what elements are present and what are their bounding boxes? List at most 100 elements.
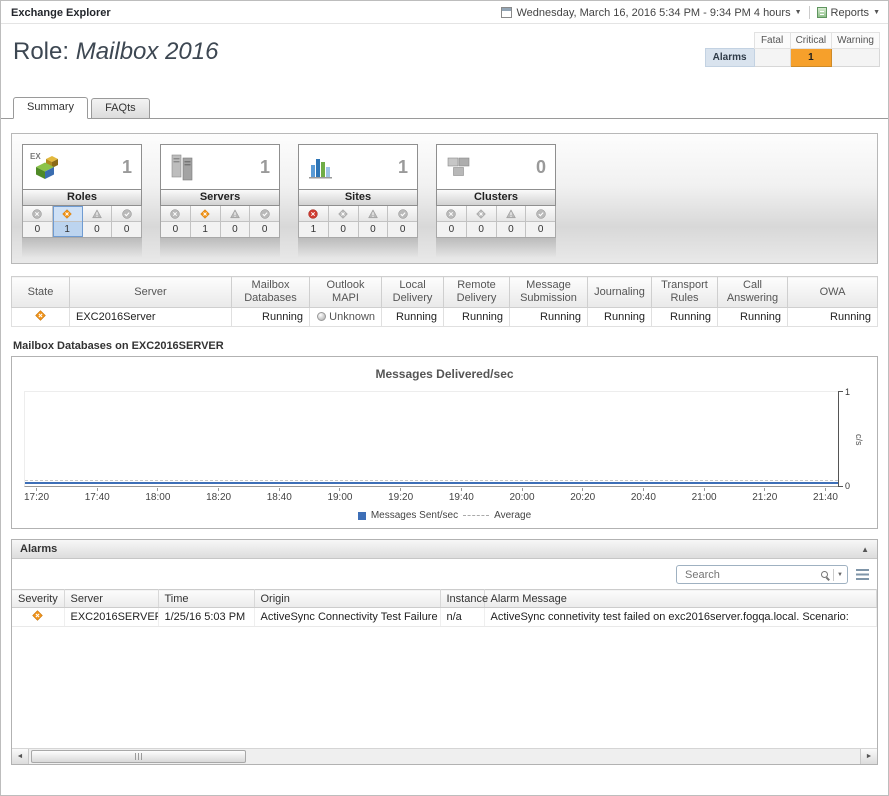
scroll-right-button[interactable]: ► — [860, 749, 877, 764]
alarm-instance-cell: n/a — [440, 608, 484, 627]
critical-state-icon — [35, 312, 46, 324]
plot-area — [24, 391, 838, 487]
inventory-tiles-panel: EX 1 Roles — [11, 133, 878, 264]
time-range-selector[interactable]: Wednesday, March 16, 2016 5:34 PM - 9:34… — [501, 7, 801, 19]
servers-status-fatal[interactable]: 0 — [161, 206, 191, 237]
sites-critical-count: 0 — [329, 222, 358, 237]
section-title: Mailbox Databases on EXC2016SERVER — [13, 340, 878, 352]
roles-warning-count: 0 — [83, 222, 112, 237]
search-input[interactable] — [683, 568, 821, 582]
clusters-status-normal[interactable]: 0 — [526, 206, 555, 237]
x-tick: 18:00 — [145, 488, 170, 503]
roles-normal-count: 0 — [112, 222, 141, 237]
alarm-time-cell: 1/25/16 5:03 PM — [158, 608, 254, 627]
x-tick: 21:20 — [752, 488, 777, 503]
tile-reflection — [22, 238, 142, 258]
remote-delivery-cell: Running — [444, 308, 510, 327]
col-origin[interactable]: Origin — [254, 590, 440, 608]
servers-status-critical[interactable]: 1 — [191, 206, 221, 237]
alarm-server-cell: EXC2016SERVER — [64, 608, 158, 627]
title-row: Role: Mailbox 2016 Fatal Critical Warnin… — [1, 24, 888, 67]
fatal-icon — [437, 206, 466, 222]
sites-status-normal[interactable]: 0 — [388, 206, 417, 237]
x-tick: 18:40 — [267, 488, 292, 503]
tiles-row: EX 1 Roles — [22, 144, 877, 258]
tile-servers-top: 1 — [160, 144, 280, 190]
col-call-answering: Call Answering — [718, 277, 788, 308]
tile-sites[interactable]: 1 Sites 1 — [298, 144, 418, 258]
roles-status-normal[interactable]: 0 — [112, 206, 141, 237]
tile-reflection — [160, 238, 280, 258]
journaling-cell: Running — [588, 308, 652, 327]
x-axis-labels: 17:20 17:40 18:00 18:20 18:40 19:00 19:2… — [24, 488, 865, 503]
clusters-status-critical[interactable]: 0 — [467, 206, 497, 237]
clusters-status-fatal[interactable]: 0 — [437, 206, 467, 237]
servers-status-warning[interactable]: 0 — [221, 206, 251, 237]
roles-status-critical[interactable]: 1 — [53, 206, 83, 237]
x-tick: 20:00 — [510, 488, 535, 503]
servers-warning-count: 0 — [221, 222, 250, 237]
sites-normal-count: 0 — [388, 222, 417, 237]
servers-status-normal[interactable]: 0 — [250, 206, 279, 237]
top-bar-controls: Wednesday, March 16, 2016 5:34 PM - 9:34… — [501, 6, 880, 19]
y-axis-label: c/s — [853, 391, 865, 487]
collapse-icon[interactable]: ▲ — [861, 545, 869, 554]
roles-status-fatal[interactable]: 0 — [23, 206, 53, 237]
sites-status-fatal[interactable]: 1 — [299, 206, 329, 237]
col-time[interactable]: Time — [158, 590, 254, 608]
mailbox-databases-cell: Running — [232, 308, 310, 327]
tile-servers[interactable]: 1 Servers 0 — [160, 144, 280, 258]
servers-icon — [165, 150, 199, 185]
col-instance[interactable]: Instance — [440, 590, 484, 608]
search-icon[interactable] — [821, 571, 828, 578]
tile-clusters[interactable]: 0 Clusters 0 — [436, 144, 556, 258]
warning-icon — [497, 206, 526, 222]
col-alarm-message[interactable]: Alarm Message — [484, 590, 877, 608]
alarm-row[interactable]: EXC2016SERVER 1/25/16 5:03 PM ActiveSync… — [12, 608, 877, 627]
x-tick: 20:40 — [631, 488, 656, 503]
chevron-down-icon: ▼ — [873, 9, 880, 16]
x-tick: 19:00 — [327, 488, 352, 503]
critical-count-cell[interactable]: 1 — [790, 49, 832, 67]
tab-faqts[interactable]: FAQts — [91, 98, 150, 119]
roles-status-warning[interactable]: 0 — [83, 206, 113, 237]
sites-status-warning[interactable]: 0 — [359, 206, 389, 237]
warning-count-cell[interactable] — [832, 49, 880, 67]
divider — [809, 6, 810, 19]
x-tick: 21:00 — [692, 488, 717, 503]
x-tick: 17:20 — [24, 488, 49, 503]
summary-content: EX 1 Roles — [1, 119, 888, 765]
x-tick: 21:40 — [813, 488, 838, 503]
tab-summary[interactable]: Summary — [13, 97, 88, 119]
calendar-icon — [501, 7, 512, 18]
scrollbar-track[interactable] — [29, 749, 860, 764]
server-table-row[interactable]: EXC2016Server Running Unknown Running Ru… — [12, 308, 878, 327]
alarms-panel-header[interactable]: Alarms ▲ — [12, 540, 877, 559]
scroll-left-button[interactable]: ◄ — [12, 749, 29, 764]
plot-row: 1 0 c/s — [24, 391, 865, 487]
messages-delivered-chart: Messages Delivered/sec 1 0 c/s 17:20 17:… — [11, 356, 878, 529]
col-server[interactable]: Server — [64, 590, 158, 608]
unknown-status-icon — [317, 312, 326, 321]
page-title-prefix: Role: — [13, 38, 69, 65]
critical-icon — [467, 206, 496, 222]
fatal-count-cell[interactable] — [754, 49, 790, 67]
server-name-cell[interactable]: EXC2016Server — [70, 308, 232, 327]
servers-fatal-count: 0 — [161, 222, 190, 237]
sites-status-critical[interactable]: 0 — [329, 206, 359, 237]
series-swatch — [358, 512, 366, 520]
reports-menu[interactable]: Reports ▼ — [817, 7, 880, 19]
sites-icon — [303, 150, 337, 185]
critical-severity-icon — [32, 612, 43, 624]
col-severity[interactable]: Severity — [12, 590, 64, 608]
table-customizer-icon[interactable] — [856, 569, 869, 580]
scrollbar-thumb[interactable] — [31, 750, 246, 763]
horizontal-scrollbar[interactable]: ◄ ► — [12, 748, 877, 764]
y-axis: 1 0 — [838, 391, 853, 487]
clusters-critical-count: 0 — [467, 222, 496, 237]
tile-roles[interactable]: EX 1 Roles — [22, 144, 142, 258]
alarm-severity-cell[interactable] — [12, 608, 64, 627]
clusters-status-warning[interactable]: 0 — [497, 206, 527, 237]
search-options-chevron-icon[interactable]: ▼ — [837, 572, 843, 578]
x-tick: 18:20 — [206, 488, 231, 503]
